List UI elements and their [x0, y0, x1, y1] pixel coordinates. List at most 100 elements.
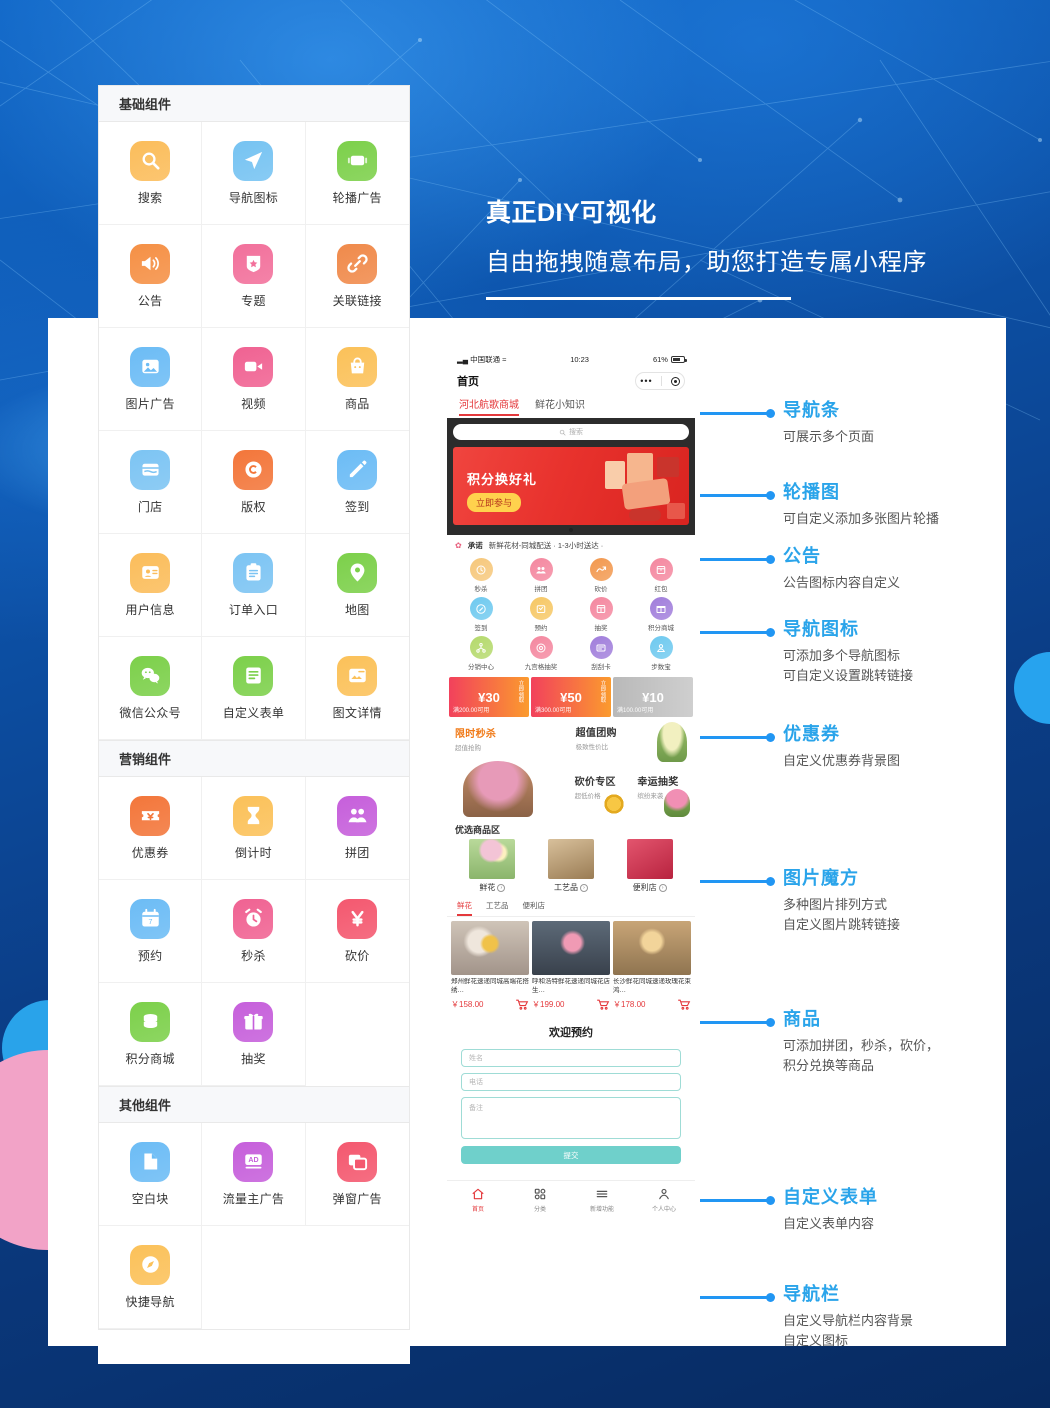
product-row[interactable]: 郑州鲜花速递同城高端花搭绣… ￥158.00 呼和浩特鲜花速递同城花店生… ￥199.…	[447, 917, 695, 1010]
component-item-group-buy[interactable]: 拼团	[305, 777, 409, 880]
component-item-megaphone[interactable]: 公告	[99, 225, 203, 328]
component-item-shopping-bag[interactable]: 商品	[305, 328, 409, 431]
notice-bar[interactable]: ✿ 承诺 新鲜花材-同城配送 · 1-3小时送达 ·	[447, 535, 695, 556]
component-item-clipboard[interactable]: 订单入口	[202, 534, 306, 637]
nav-icon-item[interactable]: 红包	[631, 558, 691, 593]
category-subtabs[interactable]: 鲜花 工艺品 便利店	[447, 897, 695, 917]
component-item-gift[interactable]: 抽奖	[202, 983, 306, 1086]
component-item-search[interactable]: 搜索	[99, 122, 203, 225]
page-tab[interactable]: 河北航歌商城	[459, 396, 519, 416]
search-bar[interactable]: 搜索	[453, 424, 689, 440]
component-item-label: 用户信息	[125, 602, 175, 617]
page-tab[interactable]: 鲜花小知识	[535, 396, 585, 416]
component-item-calendar[interactable]: 7 预约	[99, 880, 203, 983]
custom-form[interactable]: 姓名 电话 备注 提交	[447, 1049, 695, 1164]
nav-icon-item[interactable]: 秒杀	[451, 558, 511, 593]
page-tabs[interactable]: 河北航歌商城 鲜花小知识	[447, 394, 695, 416]
component-item-video[interactable]: 视频	[202, 328, 306, 431]
category-label-row: 鲜花 ›	[479, 882, 506, 893]
coupon-row[interactable]: ¥30 满200.00可用 立即领取 ¥50 满300.00可用 立即领取 ¥10 满100.…	[447, 677, 695, 717]
category-item[interactable]: 鲜花 ›	[453, 839, 532, 893]
close-target-icon[interactable]	[670, 376, 680, 386]
component-item-blank-page[interactable]: 空白块	[99, 1123, 203, 1226]
banner-cta-button[interactable]: 立即参与	[467, 493, 522, 512]
component-item-link[interactable]: 关联链接	[305, 225, 409, 328]
cube-cell-bottomright[interactable]: 幸运抽奖 缤纷来袭	[632, 768, 693, 817]
nav-item-label: 积分商城	[648, 625, 674, 632]
component-item-badge-star[interactable]: 专题	[202, 225, 306, 328]
cube-cell-topright[interactable]: 超值团购 极致性价比	[569, 720, 693, 767]
component-item-user-card[interactable]: 用户信息	[99, 534, 203, 637]
coupon-card[interactable]: ¥30 满200.00可用 立即领取	[449, 677, 529, 717]
component-item-coupon[interactable]: 优惠券	[99, 777, 203, 880]
nav-icon-item[interactable]: 签到	[451, 597, 511, 632]
calendar-icon: 7	[130, 898, 171, 939]
form-field-name[interactable]: 姓名	[461, 1049, 681, 1067]
category-subtab[interactable]: 便利店	[523, 900, 546, 916]
component-item-bargain-yuan[interactable]: 砍价	[305, 880, 409, 983]
form-field-remark[interactable]: 备注	[461, 1097, 681, 1139]
nav-icon-item[interactable]: 九宫格抽奖	[511, 636, 571, 671]
category-item[interactable]: 工艺品 ›	[532, 839, 611, 893]
tabbar-item-person[interactable]: 个人中心	[633, 1187, 695, 1213]
product-price: ￥158.00	[451, 1000, 484, 1009]
carousel-banner[interactable]: 积分换好礼 立即参与	[453, 447, 689, 525]
component-item-compass[interactable]: 快捷导航	[99, 1226, 203, 1329]
product-card[interactable]: 呼和浩特鲜花速递同城花店生… ￥199.00	[532, 921, 610, 1010]
component-item-alarm-clock[interactable]: 秒杀	[202, 880, 306, 983]
bottom-tab-bar[interactable]: 首页 分类 新增功能 个人中心	[447, 1180, 695, 1221]
component-item-wechat[interactable]: 微信公众号	[99, 637, 203, 740]
component-item-store[interactable]: 门店	[99, 431, 203, 534]
tabbar-item-grid[interactable]: 分类	[509, 1187, 571, 1213]
coupon-card[interactable]: ¥50 满300.00可用 立即领取	[531, 677, 611, 717]
coupon-action[interactable]: 立即领取	[600, 681, 607, 705]
cube-cell-bottomleft[interactable]: 砍价专区 超低价格	[569, 768, 631, 817]
nav-icon-item[interactable]: 刮刮卡	[571, 636, 631, 671]
category-row[interactable]: 鲜花 › 工艺品 › 便利店 ›	[447, 839, 695, 897]
component-item-navigation[interactable]: 导航图标	[202, 122, 306, 225]
component-item-ad[interactable]: AD 流量主广告	[202, 1123, 306, 1226]
annotation-dot-icon	[766, 409, 775, 418]
nav-icon-item[interactable]: 砍价	[571, 558, 631, 593]
nav-icon-item[interactable]: 抽奖	[571, 597, 631, 632]
component-item-article-image[interactable]: 图文详情	[305, 637, 409, 740]
component-item-pencil[interactable]: 签到	[305, 431, 409, 534]
category-item[interactable]: 便利店 ›	[610, 839, 689, 893]
nav-icon-item[interactable]: 积分商城	[631, 597, 691, 632]
category-subtab[interactable]: 工艺品	[486, 900, 509, 916]
category-subtab[interactable]: 鲜花	[457, 900, 472, 916]
nav-icon-item[interactable]: 拼团	[511, 558, 571, 593]
component-item-label: 抽奖	[241, 1051, 266, 1066]
cart-icon[interactable]	[597, 999, 610, 1010]
product-card[interactable]: 郑州鲜花速递同城高端花搭绣… ￥158.00	[451, 921, 529, 1010]
product-card[interactable]: 长沙鲜花同城速递玫瑰花束鸿… ￥178.00	[613, 921, 691, 1010]
nav-icon-grid[interactable]: 秒杀 拼团 砍价 红包签到 预约 抽奖 积分商城分销中心 九宫格抽奖 刮刮卡 步数宝	[447, 556, 695, 677]
component-item-image[interactable]: 图片广告	[99, 328, 203, 431]
component-item-form[interactable]: 自定义表单	[202, 637, 306, 740]
coupon-action[interactable]: 立即领取	[518, 681, 525, 705]
nav-icon-item[interactable]: 分销中心	[451, 636, 511, 671]
component-item-copyright[interactable]: 版权	[202, 431, 306, 534]
annotation-description: 可展示多个页面	[783, 429, 875, 444]
component-item-map-pin[interactable]: 地图	[305, 534, 409, 637]
component-item-popup[interactable]: 弹窗广告	[305, 1123, 409, 1226]
form-submit-button[interactable]: 提交	[461, 1146, 681, 1164]
wechat-capsule[interactable]: •••	[635, 372, 685, 390]
cart-icon[interactable]	[678, 999, 691, 1010]
component-item-carousel[interactable]: 轮播广告	[305, 122, 409, 225]
tabbar-item-home[interactable]: 首页	[447, 1187, 509, 1213]
component-item-coins[interactable]: 积分商城	[99, 983, 203, 1086]
component-item-hourglass[interactable]: 倒计时	[202, 777, 306, 880]
tabbar-item-menu[interactable]: 新增功能	[571, 1187, 633, 1213]
cart-icon[interactable]	[516, 999, 529, 1010]
component-item-label: 版权	[241, 499, 266, 514]
form-field-phone[interactable]: 电话	[461, 1073, 681, 1091]
nav-icon-item[interactable]: 步数宝	[631, 636, 691, 671]
component-item-label: 快捷导航	[125, 1294, 175, 1309]
coupon-card[interactable]: ¥10 满100.00可用	[613, 677, 693, 717]
image-cube[interactable]: 限时秒杀 超值抢购 超值团购 极致性价比 砍价专区 超低价格 幸运抽奖 缤纷来袭	[447, 717, 695, 817]
more-icon[interactable]: •••	[640, 376, 652, 386]
nav-icon-item[interactable]: 预约	[511, 597, 571, 632]
component-item-label: 预约	[137, 948, 163, 963]
cube-cell-large[interactable]: 限时秒杀 超值抢购	[449, 720, 568, 817]
